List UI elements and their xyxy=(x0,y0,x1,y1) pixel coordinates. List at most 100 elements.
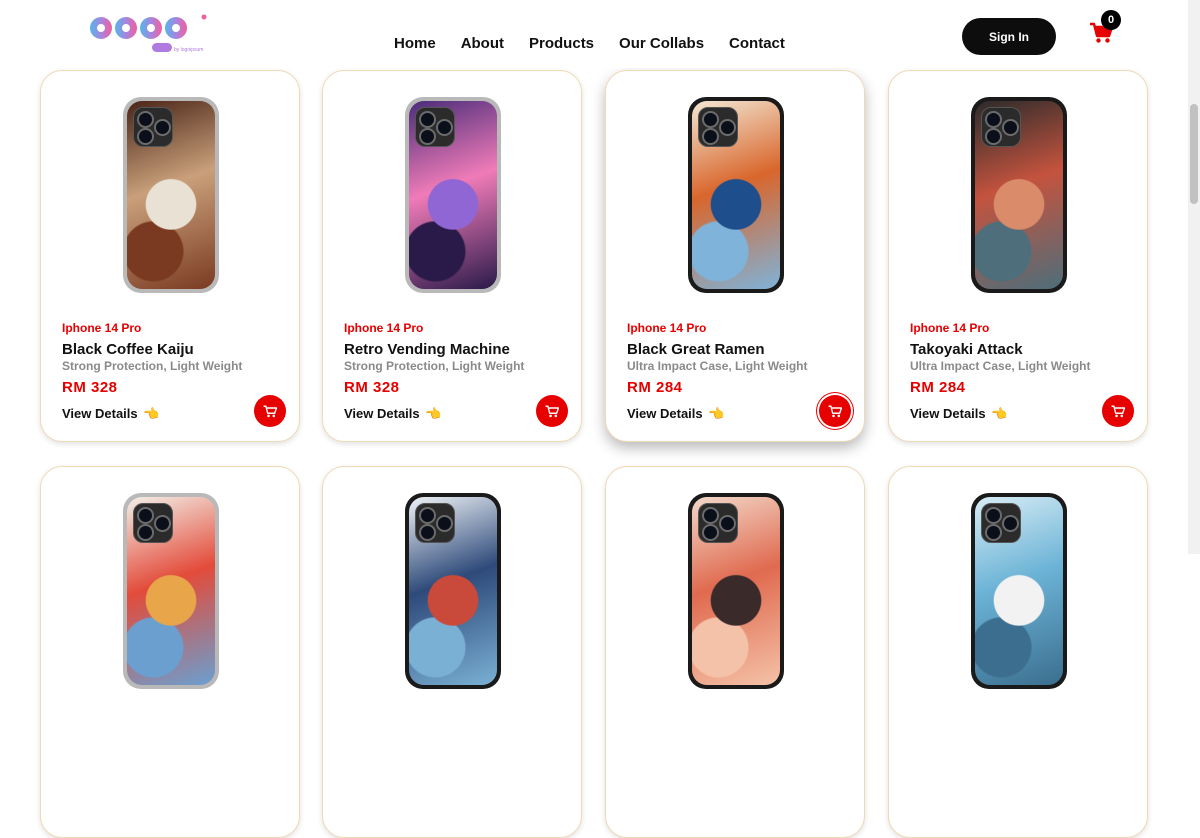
camera-lens xyxy=(702,524,719,541)
product-name[interactable]: Retro Vending Machine xyxy=(344,341,510,358)
add-to-cart-button[interactable] xyxy=(1102,395,1134,427)
add-to-cart-button[interactable] xyxy=(254,395,286,427)
view-details-link[interactable]: View Details 👈 xyxy=(627,406,724,422)
case-artwork xyxy=(127,101,215,289)
camera-lens xyxy=(137,111,154,128)
page-scrollbar[interactable] xyxy=(1188,0,1200,554)
product-name[interactable]: Takoyaki Attack xyxy=(910,341,1023,358)
product-card[interactable]: Iphone 14 Pro Takoyaki Attack Ultra Impa… xyxy=(888,70,1148,442)
nav-our-collabs[interactable]: Our Collabs xyxy=(619,35,704,52)
product-description: Ultra Impact Case, Light Weight xyxy=(627,359,808,373)
product-price: RM 328 xyxy=(344,379,400,396)
product-model: Iphone 14 Pro xyxy=(62,321,142,335)
camera-lens xyxy=(419,111,436,128)
case-artwork xyxy=(692,101,780,289)
brand-logo[interactable]: by logoipsum xyxy=(88,11,210,57)
case-artwork xyxy=(975,497,1063,685)
camera-module xyxy=(981,107,1021,147)
product-image[interactable] xyxy=(971,493,1067,689)
scrollbar-thumb[interactable] xyxy=(1190,104,1198,204)
cart-icon xyxy=(263,405,277,417)
pointing-hand-icon: 👈 xyxy=(425,406,442,421)
camera-module xyxy=(698,503,738,543)
product-image[interactable] xyxy=(688,493,784,689)
camera-module xyxy=(415,503,455,543)
product-price: RM 328 xyxy=(62,379,118,396)
cart-count-badge: 0 xyxy=(1101,10,1121,30)
camera-lens xyxy=(985,128,1002,145)
product-card[interactable]: Iphone 14 Pro Black Coffee Kaiju Strong … xyxy=(40,70,300,442)
camera-lens xyxy=(154,515,171,532)
camera-lens xyxy=(419,507,436,524)
product-card[interactable]: Iphone 14 Pro Black Great Ramen Ultra Im… xyxy=(605,70,865,442)
product-name[interactable]: Black Great Ramen xyxy=(627,341,765,358)
pointing-hand-icon: 👈 xyxy=(708,406,725,421)
product-description: Strong Protection, Light Weight xyxy=(62,359,243,373)
product-image[interactable] xyxy=(688,97,784,293)
svg-text:by logoipsum: by logoipsum xyxy=(174,47,203,53)
product-image[interactable] xyxy=(971,97,1067,293)
product-card[interactable] xyxy=(40,466,300,838)
camera-lens xyxy=(137,524,154,541)
product-model: Iphone 14 Pro xyxy=(627,321,707,335)
sign-in-button[interactable]: Sign In xyxy=(962,18,1056,55)
cart-icon xyxy=(545,405,559,417)
product-image[interactable] xyxy=(405,493,501,689)
camera-lens xyxy=(137,507,154,524)
view-details-label: View Details xyxy=(627,406,703,421)
case-artwork xyxy=(409,101,497,289)
camera-lens xyxy=(702,507,719,524)
camera-lens xyxy=(154,119,171,136)
site-header: by logoipsum Home About Products Our Col… xyxy=(0,0,1188,68)
view-details-label: View Details xyxy=(344,406,420,421)
camera-module xyxy=(133,503,173,543)
case-artwork xyxy=(409,497,497,685)
camera-lens xyxy=(719,119,736,136)
view-details-label: View Details xyxy=(910,406,986,421)
product-price: RM 284 xyxy=(627,379,683,396)
product-card[interactable]: Iphone 14 Pro Retro Vending Machine Stro… xyxy=(322,70,582,442)
camera-module xyxy=(981,503,1021,543)
product-card[interactable] xyxy=(888,466,1148,838)
add-to-cart-button[interactable] xyxy=(819,395,851,427)
camera-lens xyxy=(1002,119,1019,136)
view-details-link[interactable]: View Details 👈 xyxy=(910,406,1007,422)
add-to-cart-button[interactable] xyxy=(536,395,568,427)
view-details-label: View Details xyxy=(62,406,138,421)
camera-lens xyxy=(985,507,1002,524)
camera-module xyxy=(133,107,173,147)
product-image[interactable] xyxy=(123,493,219,689)
camera-lens xyxy=(436,515,453,532)
camera-lens xyxy=(985,524,1002,541)
camera-lens xyxy=(702,111,719,128)
product-image[interactable] xyxy=(123,97,219,293)
product-card[interactable] xyxy=(322,466,582,838)
product-description: Strong Protection, Light Weight xyxy=(344,359,525,373)
product-name[interactable]: Black Coffee Kaiju xyxy=(62,341,194,358)
camera-module xyxy=(698,107,738,147)
product-card[interactable] xyxy=(605,466,865,838)
pointing-hand-icon: 👈 xyxy=(991,406,1008,421)
case-artwork xyxy=(127,497,215,685)
product-model: Iphone 14 Pro xyxy=(910,321,990,335)
camera-lens xyxy=(436,119,453,136)
nav-home[interactable]: Home xyxy=(394,35,436,52)
product-price: RM 284 xyxy=(910,379,966,396)
product-image[interactable] xyxy=(405,97,501,293)
case-artwork xyxy=(975,101,1063,289)
nav-about[interactable]: About xyxy=(461,35,504,52)
camera-lens xyxy=(419,524,436,541)
view-details-link[interactable]: View Details 👈 xyxy=(62,406,159,422)
camera-lens xyxy=(702,128,719,145)
camera-module xyxy=(415,107,455,147)
nav-contact[interactable]: Contact xyxy=(729,35,785,52)
nav-products[interactable]: Products xyxy=(529,35,594,52)
camera-lens xyxy=(719,515,736,532)
case-artwork xyxy=(692,497,780,685)
camera-lens xyxy=(419,128,436,145)
cart-icon xyxy=(828,405,842,417)
camera-lens xyxy=(137,128,154,145)
view-details-link[interactable]: View Details 👈 xyxy=(344,406,441,422)
cart-icon xyxy=(1111,405,1125,417)
camera-lens xyxy=(1002,515,1019,532)
